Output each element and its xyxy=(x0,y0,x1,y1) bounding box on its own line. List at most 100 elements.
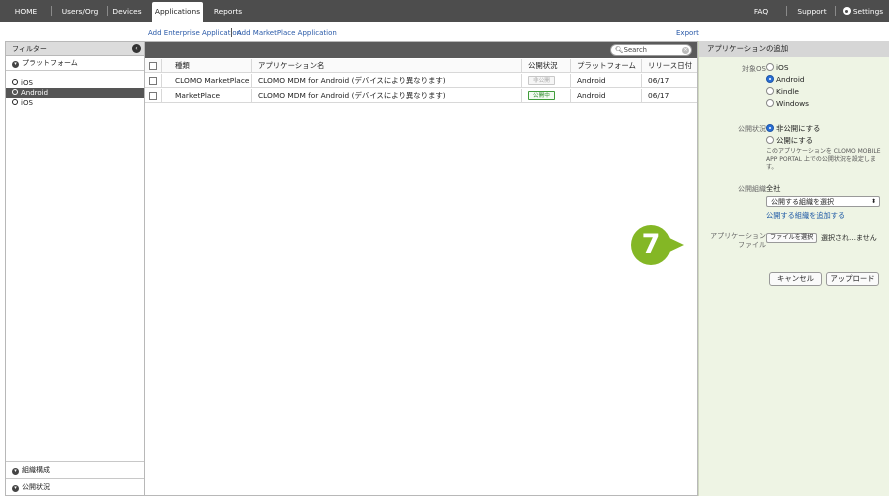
cell-type: MarketPlace xyxy=(175,91,221,100)
row-checkbox[interactable] xyxy=(149,92,157,100)
radio-os-android[interactable]: Android xyxy=(766,75,805,84)
column-header-status[interactable]: 公開状況 xyxy=(528,59,558,73)
cell-release-date: 06/17 xyxy=(648,91,670,100)
org-value: 全社 xyxy=(766,184,781,193)
nav-separator xyxy=(835,6,836,16)
search-placeholder: Search xyxy=(623,46,647,54)
add-enterprise-application-link[interactable]: Add Enterprise Application xyxy=(148,29,241,37)
radio-selected-icon xyxy=(766,75,774,83)
radio-os-ios[interactable]: iOS xyxy=(766,63,789,72)
nav-faq[interactable]: FAQ xyxy=(748,0,774,22)
gear-icon xyxy=(842,7,851,15)
radio-os-windows[interactable]: Windows xyxy=(766,99,809,108)
nav-separator xyxy=(51,6,52,16)
visibility-note: このアプリケーションを CLOMO MOBILE APP PORTAL 上での公… xyxy=(766,148,881,171)
add-application-panel: アプリケーションの追加 対象OS iOS Android Kindle Wind… xyxy=(698,41,889,496)
nav-settings[interactable]: Settings xyxy=(840,0,886,22)
radio-label: 公開にする xyxy=(776,136,814,145)
table-header: 種類 アプリケーション名 公開状況 プラットフォーム リリース日付 xyxy=(145,59,697,73)
table-row[interactable]: MarketPlace CLOMO MDM for Android (デバイスに… xyxy=(145,89,697,103)
radio-os-kindle[interactable]: Kindle xyxy=(766,87,799,96)
cell-name: CLOMO MDM for Android (デバイスにより異なります) xyxy=(258,91,446,100)
radio-icon xyxy=(766,63,774,71)
cell-type: CLOMO MarketPlace xyxy=(175,76,250,85)
filter-header: フィルター ‹ xyxy=(6,42,144,56)
radio-label: iOS xyxy=(776,63,789,72)
filter-section-label: 組織構成 xyxy=(22,466,50,474)
column-header-release-date[interactable]: リリース日付 xyxy=(648,59,692,73)
filter-item-ios[interactable]: iOS xyxy=(6,78,144,88)
column-header-type[interactable]: 種類 xyxy=(175,59,190,73)
select-all-checkbox[interactable] xyxy=(149,62,157,70)
file-status: 選択され…ません xyxy=(821,234,877,242)
add-marketplace-application-link[interactable]: Add MarketPlace Application xyxy=(237,29,337,37)
cell-name: CLOMO MDM for Android (デバイスにより異なります) xyxy=(258,76,446,85)
radio-public[interactable]: 公開にする xyxy=(766,135,813,146)
link-separator xyxy=(231,28,232,37)
clear-search-icon[interactable]: × xyxy=(682,46,689,54)
radio-selected-icon xyxy=(766,124,774,132)
panel-title: アプリケーションの追加 xyxy=(699,41,889,57)
filter-item-android[interactable]: Android xyxy=(6,88,144,98)
filter-item-label: Android xyxy=(21,89,49,97)
nav-separator xyxy=(107,6,108,16)
status-badge: 公開中 xyxy=(528,91,555,100)
nav-tab-reports[interactable]: Reports xyxy=(211,0,245,22)
export-link[interactable]: Export xyxy=(676,29,699,37)
filter-panel: フィルター ‹ ▾ プラットフォーム iOS Android iOS ▾ 組織構成 … xyxy=(5,41,145,496)
radio-icon xyxy=(766,99,774,107)
filter-section-platform[interactable]: ▾ プラットフォーム xyxy=(6,56,144,71)
cell-platform: Android xyxy=(577,76,606,85)
filter-section-label: プラットフォーム xyxy=(22,59,78,67)
search-input[interactable]: 🔍︎Search × xyxy=(610,44,692,56)
step-callout-badge: 7 xyxy=(631,225,671,265)
app-file-label: アプリケーション ファイル xyxy=(710,232,766,249)
list-toolbar: 🔍︎Search × xyxy=(145,42,697,58)
nav-separator xyxy=(786,6,787,16)
status-badge: 非公開 xyxy=(528,76,555,85)
radio-icon xyxy=(766,136,774,144)
cell-platform: Android xyxy=(577,91,606,100)
nav-tab-devices[interactable]: Devices xyxy=(110,0,144,22)
nav-tab-home[interactable]: HOME xyxy=(4,0,48,22)
filter-section-org[interactable]: ▾ 組織構成 xyxy=(6,461,144,478)
expand-icon: ▾ xyxy=(12,485,19,492)
filter-item-label: iOS xyxy=(21,79,33,87)
org-label: 公開組織 xyxy=(738,185,766,193)
radio-icon xyxy=(12,89,18,95)
org-select-value: 公開する組織を選択 xyxy=(771,198,834,206)
cancel-button[interactable]: キャンセル xyxy=(769,272,822,286)
row-checkbox[interactable] xyxy=(149,77,157,85)
radio-icon xyxy=(766,87,774,95)
close-panel-icon[interactable]: ‹ xyxy=(132,44,141,53)
filter-item-ios-2[interactable]: iOS xyxy=(6,98,144,108)
expand-icon: ▾ xyxy=(12,61,19,68)
radio-label: Android xyxy=(776,75,805,84)
nav-tab-users-org[interactable]: Users/Org xyxy=(55,0,105,22)
filter-section-label: 公開状況 xyxy=(22,483,50,491)
nav-settings-label: Settings xyxy=(852,7,884,16)
column-header-name[interactable]: アプリケーション名 xyxy=(258,59,324,73)
application-list: 🔍︎Search × 種類 アプリケーション名 公開状況 プラットフォーム リリ… xyxy=(145,41,698,496)
nav-support[interactable]: Support xyxy=(795,0,829,22)
expand-icon: ▾ xyxy=(12,468,19,475)
radio-icon xyxy=(12,79,18,85)
radio-label: 非公開にする xyxy=(776,124,821,133)
visibility-label: 公開状況 xyxy=(738,125,766,133)
radio-label: Kindle xyxy=(776,87,799,96)
org-select[interactable]: 公開する組織を選択 ⬍ xyxy=(766,196,880,207)
add-org-link[interactable]: 公開する組織を追加する xyxy=(766,211,845,221)
filter-section-status[interactable]: ▾ 公開状況 xyxy=(6,478,144,495)
upload-button[interactable]: アップロード xyxy=(826,272,879,286)
radio-private[interactable]: 非公開にする xyxy=(766,123,820,134)
table-row[interactable]: CLOMO MarketPlace CLOMO MDM for Android … xyxy=(145,74,697,88)
top-nav: HOME Users/Org Devices Applications Repo… xyxy=(0,0,889,22)
column-header-platform[interactable]: プラットフォーム xyxy=(577,59,636,73)
filter-title: フィルター xyxy=(12,45,47,53)
nav-tab-applications[interactable]: Applications xyxy=(152,2,203,22)
search-icon: 🔍︎ xyxy=(615,46,624,54)
select-arrows-icon: ⬍ xyxy=(870,198,876,205)
cell-release-date: 06/17 xyxy=(648,76,670,85)
choose-file-button[interactable]: ファイルを選択 xyxy=(766,233,818,243)
filter-item-label: iOS xyxy=(21,99,33,107)
